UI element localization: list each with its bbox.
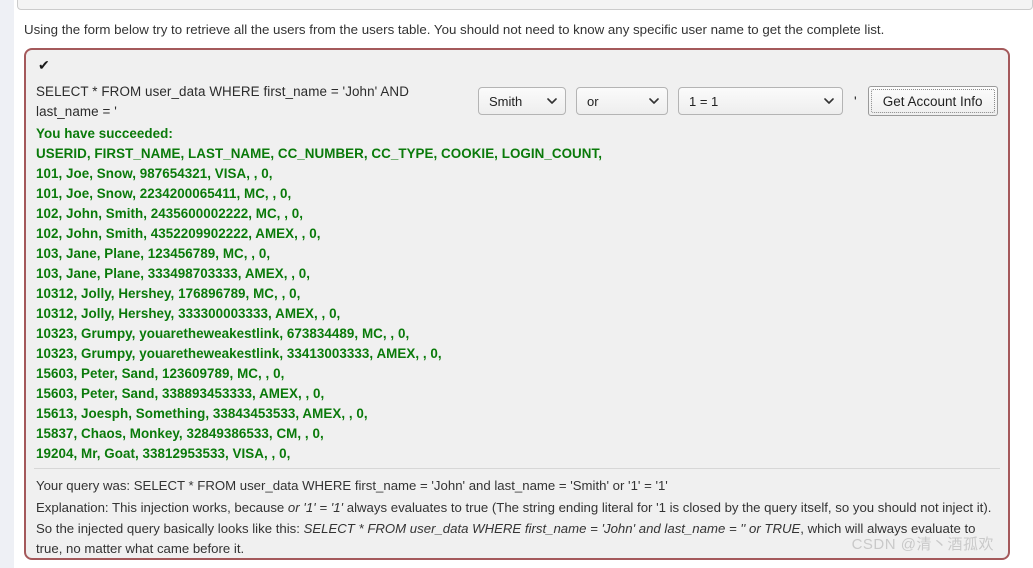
results-header-row: USERID, FIRST_NAME, LAST_NAME, CC_NUMBER… [36,146,603,161]
results-rows: 101, Joe, Snow, 987654321, VISA, , 0, 101… [36,164,996,464]
result-row: 15603, Peter, Sand, 123609789, MC, , 0, [36,366,285,381]
result-row: 101, Joe, Snow, 987654321, VISA, , 0, [36,166,273,181]
get-account-info-button[interactable]: Get Account Info [867,86,998,116]
csdn-watermark: CSDN @清丶酒孤欢 [851,536,994,553]
result-row: 15837, Chaos, Monkey, 32849386533, CM, ,… [36,426,324,441]
page-left-gutter [0,0,14,568]
result-row: 10312, Jolly, Hershey, 333300003333, AME… [36,306,341,321]
results-divider [34,468,1000,469]
sql-query-prefix: SELECT * FROM user_data WHERE first_name… [36,84,409,119]
last-name-select[interactable]: Smith [478,87,566,115]
success-check-icon: ✔ [38,57,50,73]
explanation-italic-condition: or '1' = '1' [287,500,344,515]
result-row: 10323, Grumpy, youaretheweakestlink, 334… [36,346,442,361]
closing-quote-literal: ' [854,93,857,109]
result-row: 102, John, Smith, 4352209902222, AMEX, ,… [36,226,321,241]
lesson-panel: ✔ SELECT * FROM user_data WHERE first_na… [24,48,1010,560]
instruction-text: Using the form below try to retrieve all… [24,22,885,37]
injection-form: Smith or 1 = 1 ' Get Account Info [478,86,998,116]
success-message: You have succeeded: [36,126,173,141]
operator-select-wrap: or [576,87,668,115]
previous-panel-stub [17,0,1033,10]
operator-select[interactable]: or [576,87,668,115]
condition-select-wrap: 1 = 1 [678,87,843,115]
result-row: 103, Jane, Plane, 123456789, MC, , 0, [36,246,271,261]
results-output: You have succeeded: USERID, FIRST_NAME, … [36,124,996,464]
explanation-italic-query: SELECT * FROM user_data WHERE first_name… [303,520,801,536]
last-name-select-wrap: Smith [478,87,566,115]
result-row: 15603, Peter, Sand, 338893453333, AMEX, … [36,386,325,401]
result-row: 101, Joe, Snow, 2234200065411, MC, , 0, [36,186,292,201]
condition-select[interactable]: 1 = 1 [678,87,843,115]
result-row: 15613, Joesph, Something, 33843453533, A… [36,406,368,421]
result-row: 102, John, Smith, 2435600002222, MC, , 0… [36,206,304,221]
result-row: 10312, Jolly, Hershey, 176896789, MC, , … [36,286,301,301]
result-row: 19204, Mr, Goat, 33812953533, VISA, , 0, [36,446,291,461]
explanation-part-1: Explanation: This injection works, becau… [36,500,288,515]
result-row: 103, Jane, Plane, 333498703333, AMEX, , … [36,266,311,281]
result-row: 10323, Grumpy, youaretheweakestlink, 673… [36,326,410,341]
executed-query-text: Your query was: SELECT * FROM user_data … [36,478,668,493]
